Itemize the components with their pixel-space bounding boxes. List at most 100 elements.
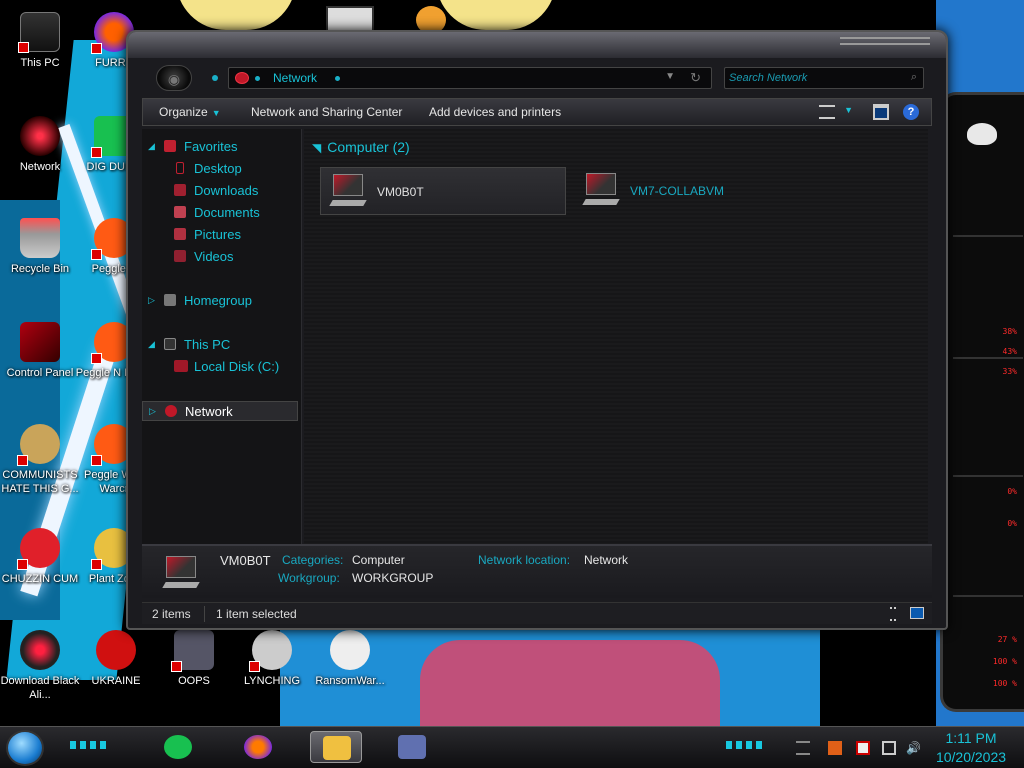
file-list-pane[interactable]: ◥ Computer (2) VM0B0T VM7-COLLABVM — [304, 129, 928, 544]
control-panel-icon — [20, 322, 60, 362]
explorer-window: ◉ Network ▼ ↻ ⌕ Organize▼ Network and Sh… — [126, 30, 948, 630]
details-categories-label: Categories: — [282, 553, 344, 567]
nav-item-favorites[interactable]: ◢ Favorites — [142, 137, 298, 157]
nav-item-local-disk[interactable]: Local Disk (C:) — [142, 357, 298, 377]
wallpaper-shape — [420, 640, 720, 730]
gadget-value: 0% — [1007, 519, 1017, 528]
details-workgroup-value: WORKGROUP — [352, 571, 434, 585]
search-icon[interactable]: ⌕ — [911, 71, 917, 84]
desktop-icon — [176, 162, 184, 174]
expand-arrow-icon[interactable]: ▷ — [149, 406, 156, 417]
nav-item-network[interactable]: ▷ Network — [142, 401, 298, 421]
collapse-group-icon[interactable]: ◥ — [312, 141, 321, 155]
desktop-icon-ukraine[interactable]: UKRAINE — [76, 630, 156, 688]
network-computer-item[interactable]: VM0B0T — [320, 167, 566, 215]
back-forward-button[interactable]: ◉ — [156, 65, 192, 91]
details-network-location-value: Network — [584, 553, 629, 567]
help-icon[interactable]: ? — [903, 104, 919, 120]
desktop-icon-ransomware[interactable]: RansomWar... — [310, 630, 390, 688]
taskbar-app-green[interactable] — [152, 731, 204, 763]
action-center-icon[interactable] — [856, 741, 870, 755]
add-devices-printers-button[interactable]: Add devices and printers — [429, 105, 561, 119]
nav-item-desktop[interactable]: Desktop — [142, 159, 298, 179]
nav-item-downloads[interactable]: Downloads — [142, 181, 298, 201]
desktop-icon-oops[interactable]: OOPS — [154, 630, 234, 688]
search-input[interactable] — [729, 70, 899, 86]
desktop-icon-label: COMMUNISTS HATE THIS G... — [1, 469, 79, 495]
system-clock[interactable]: 1:11 PM 10/20/2023 — [926, 729, 1016, 767]
navigation-pane: ◢ Favorites Desktop Downloads Documents … — [142, 129, 302, 544]
address-bar[interactable]: Network ▼ ↻ — [228, 67, 712, 89]
chevron-down-icon[interactable]: ▼ — [844, 105, 853, 115]
refresh-icon[interactable]: ↻ — [690, 70, 701, 86]
window-controls[interactable] — [840, 37, 930, 45]
expand-arrow-icon[interactable]: ◢ — [148, 339, 155, 350]
radiation-icon — [96, 630, 136, 670]
organize-button[interactable]: Organize ▼ — [159, 105, 221, 119]
taskbar-app-firefox[interactable] — [232, 731, 284, 763]
desktop-icon-this-pc[interactable]: This PC — [0, 12, 80, 70]
desktop-icon-download-black-alien[interactable]: Download Black Ali... — [0, 630, 80, 702]
status-selection-count: 1 item selected — [216, 607, 297, 621]
gadget-segment: 27 % 100 % 100 % — [953, 595, 1023, 705]
nav-item-label: Downloads — [194, 183, 259, 198]
title-bar[interactable] — [128, 32, 946, 58]
shortcut-badge-icon — [91, 43, 102, 54]
tray-overflow-icon[interactable] — [796, 741, 810, 755]
network-icon — [235, 72, 249, 84]
desktop-icon-control-panel[interactable]: Control Panel — [0, 322, 80, 380]
group-header[interactable]: ◥ Computer (2) — [312, 139, 410, 155]
network-sharing-center-button[interactable]: Network and Sharing Center — [251, 105, 402, 119]
item-name: VM7-COLLABVM — [630, 184, 725, 198]
gadget-value: 33% — [1002, 367, 1017, 376]
desktop-icon-communists[interactable]: COMMUNISTS HATE THIS G... — [0, 424, 80, 496]
wallpaper-character — [436, 0, 556, 30]
nav-item-label: Network — [185, 404, 233, 419]
item-name: VM0B0T — [377, 185, 424, 199]
gadget-value: 38% — [1002, 327, 1017, 336]
wallpaper-character — [176, 0, 296, 30]
desktop-icon-network[interactable]: Network — [0, 116, 80, 174]
gadget-value: 43% — [1002, 347, 1017, 356]
network-icon — [20, 116, 60, 156]
start-button[interactable] — [6, 730, 44, 766]
skull-icon — [330, 630, 370, 670]
desktop-icon-label: UKRAINE — [91, 675, 141, 687]
change-view-icon[interactable] — [819, 105, 835, 119]
details-view-icon[interactable] — [890, 607, 896, 621]
expand-arrow-icon[interactable]: ◢ — [148, 141, 155, 152]
expand-arrow-icon[interactable]: ▷ — [148, 295, 155, 306]
volume-icon[interactable]: 🔊 — [906, 741, 921, 755]
network-tray-icon[interactable] — [882, 741, 896, 755]
breadcrumb-separator-icon[interactable] — [335, 76, 340, 81]
nav-item-this-pc[interactable]: ◢ This PC — [142, 335, 298, 355]
clock-time: 1:11 PM — [945, 730, 997, 746]
star-icon — [164, 140, 176, 152]
nav-item-label: Local Disk (C:) — [194, 359, 280, 374]
nav-item-homegroup[interactable]: ▷ Homegroup — [142, 291, 298, 311]
nav-item-videos[interactable]: Videos — [142, 247, 298, 267]
breadcrumb-network[interactable]: Network — [273, 71, 317, 85]
taskbar-app-explorer[interactable] — [310, 731, 362, 763]
preview-pane-icon[interactable] — [873, 104, 889, 120]
clock-date: 10/20/2023 — [935, 749, 1007, 765]
large-icons-view-icon[interactable] — [910, 607, 924, 619]
network-computer-item[interactable]: VM7-COLLABVM — [574, 167, 820, 215]
search-box[interactable]: ⌕ — [724, 67, 924, 89]
drive-icon — [174, 360, 188, 372]
desktop-icon-chuzzin[interactable]: CHUZZIN CUM — [0, 528, 80, 586]
nav-item-label: Favorites — [184, 139, 238, 154]
desktop-icon-label: This PC — [20, 57, 60, 69]
address-bar-row: ◉ Network ▼ ↻ ⌕ — [142, 65, 932, 93]
java-update-icon[interactable] — [828, 741, 842, 755]
shortcut-badge-icon — [249, 661, 260, 672]
nav-item-documents[interactable]: Documents — [142, 203, 298, 223]
nav-item-label: Documents — [194, 205, 260, 220]
recycle-bin-icon — [20, 218, 60, 258]
address-dropdown-icon[interactable]: ▼ — [665, 71, 675, 82]
desktop-icon-lynching[interactable]: LYNCHING — [232, 630, 312, 688]
videos-icon — [174, 250, 186, 262]
taskbar-app-control[interactable] — [386, 731, 438, 763]
desktop-icon-recycle-bin[interactable]: Recycle Bin — [0, 218, 80, 276]
nav-item-pictures[interactable]: Pictures — [142, 225, 298, 245]
